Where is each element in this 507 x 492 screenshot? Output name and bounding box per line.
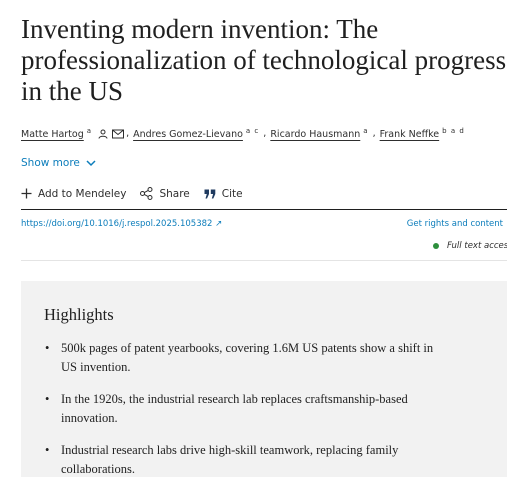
title-line: Inventing modern invention: The [21,14,379,44]
toolbar-divider [21,209,507,210]
access-status: Full text access [433,241,507,251]
external-arrow-icon: ↗ [215,219,223,229]
title-line: in the US [21,76,124,106]
author-list: Matte Hartog a , Andres Gomez-Lievano a c … [21,127,469,140]
author-link[interactable]: Matte Hartog a [21,127,92,140]
article-toolbar: Add to Mendeley Share Cite [21,187,257,200]
show-more-label: Show more [21,157,80,169]
highlight-item: 500k pages of patent yearbooks, covering… [45,339,445,377]
author-separator: , [126,128,130,140]
author-separator: , [263,128,267,140]
doi-link[interactable]: https://doi.org/10.1016/j.respol.2025.10… [21,219,222,229]
author-link[interactable]: Andres Gomez-Lievano a c [133,127,259,140]
highlight-item: In the 1920s, the industrial research la… [45,390,445,428]
mendeley-label: Add to Mendeley [38,187,127,200]
highlights-title: Highlights [44,305,114,324]
person-icon [98,129,108,139]
rights-link[interactable]: Get rights and content [407,219,503,229]
share-label: Share [159,187,190,200]
quote-icon [204,189,216,198]
show-more-button[interactable]: Show more [21,157,96,169]
author-link[interactable]: Ricardo Hausmann a [270,127,368,140]
highlight-item: Industrial research labs drive high-skil… [45,441,445,479]
access-label: Full text access [447,241,507,251]
highlights-list: 500k pages of patent yearbooks, covering… [45,339,445,492]
cite-label: Cite [221,187,243,200]
share-button[interactable]: Share [140,187,190,200]
plus-icon [21,188,32,199]
author-separator: , [372,128,376,140]
envelope-icon[interactable] [112,129,125,139]
access-dot [433,243,439,249]
chevron-down-icon [86,159,96,166]
title-line: professionalization of technological pro… [21,45,507,75]
cite-button[interactable]: Cite [204,188,243,200]
add-to-mendeley-button[interactable]: Add to Mendeley [21,188,126,200]
highlights-panel: Highlights 500k pages of patent yearbook… [21,281,507,477]
share-icon [140,187,153,200]
article-title: Inventing modern invention: The professi… [21,14,507,107]
section-divider [21,260,507,261]
author-link[interactable]: Frank Neffke b a d [380,127,465,140]
